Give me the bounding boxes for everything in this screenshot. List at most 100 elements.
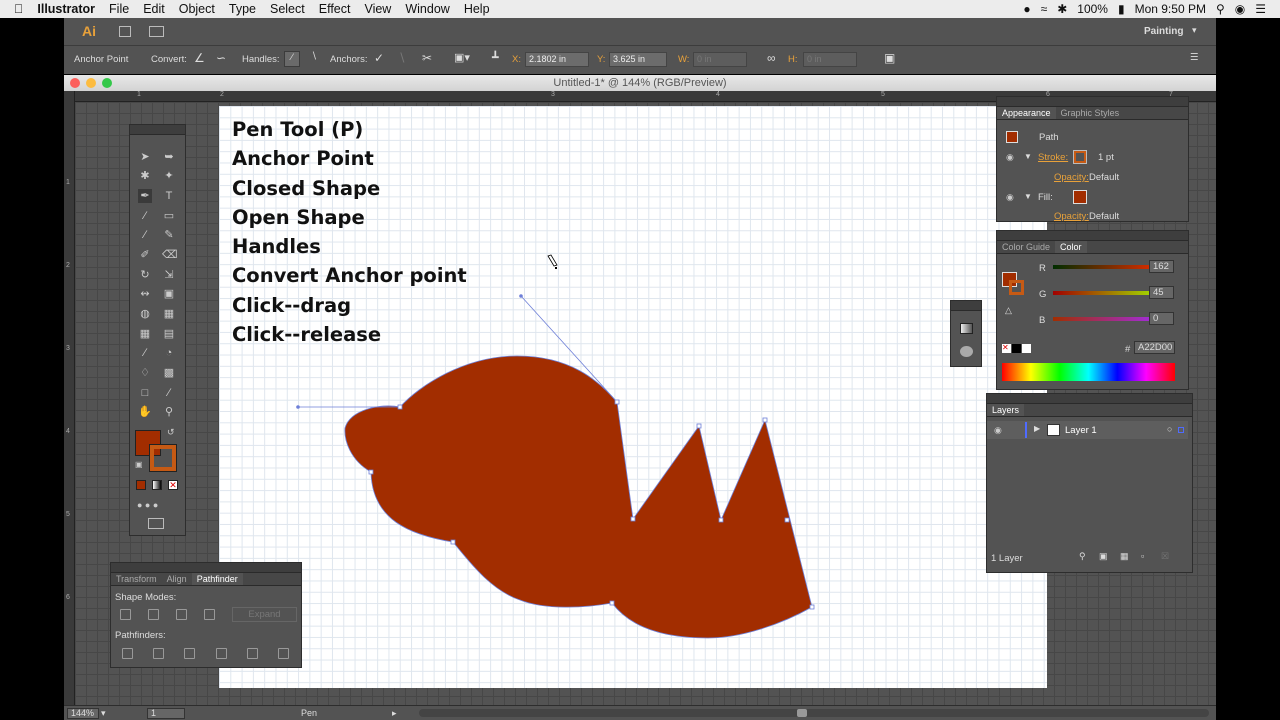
rotate-tool-icon[interactable]: ↻ [138,268,152,282]
color-mode-icon[interactable] [136,480,146,490]
selection-tool-icon[interactable]: ➤ [138,150,152,164]
blend-tool-icon[interactable]: ◔ [162,346,176,360]
fill-opacity-label[interactable]: Opacity: [1054,211,1089,222]
stroke-swatch[interactable] [149,444,177,472]
free-transform-tool-icon[interactable]: ▣ [162,287,176,301]
color-spectrum-bar[interactable] [1002,363,1175,381]
new-layer-icon[interactable]: ▫ [1141,551,1144,561]
out-of-gamut-warning-icon[interactable]: △ [1005,305,1012,316]
none-swatch-icon[interactable]: ✕ [1002,344,1011,353]
zoom-field[interactable]: 144% [67,708,99,719]
panel-header[interactable] [951,301,981,311]
fill-opacity-value[interactable]: Default [1089,211,1119,222]
slice-tool-icon[interactable]: ∕ [162,386,176,400]
horizontal-scrollbar[interactable] [419,709,1209,717]
panel-header[interactable] [111,563,301,573]
tab-color[interactable]: Color [1055,241,1087,253]
tab-align[interactable]: Align [162,573,192,585]
hand-tool-icon[interactable]: ✋ [138,405,152,419]
default-colors-icon[interactable]: ▣ [135,460,143,469]
unite-icon[interactable] [120,609,131,620]
width-tool-icon[interactable]: ↭ [138,287,152,301]
merge-icon[interactable] [184,648,195,659]
line-tool-icon[interactable]: ∕ [138,209,152,223]
swap-colors-icon[interactable]: ↺ [167,427,175,438]
gradient-mode-icon[interactable] [152,480,162,490]
black-swatch[interactable] [1012,344,1021,353]
scrollbar-thumb[interactable] [797,709,807,717]
tab-appearance[interactable]: Appearance [997,107,1056,119]
stroke-opacity-label[interactable]: Opacity: [1054,172,1089,183]
tab-pathfinder[interactable]: Pathfinder [191,573,243,585]
outline-icon[interactable] [247,648,258,659]
selection-indicator[interactable] [1178,427,1184,433]
none-mode-icon[interactable]: ✕ [168,480,178,490]
new-sublayer-icon[interactable]: ▦ [1120,551,1129,562]
artboard-tool-icon[interactable]: □ [138,386,152,400]
target-icon[interactable]: ○ [1167,424,1172,434]
type-tool-icon[interactable]: T [162,189,176,203]
panel-header[interactable] [130,125,185,135]
fill-row-expand-icon[interactable]: ▼ [1024,192,1032,201]
visibility-eye-icon[interactable]: ◉ [1006,152,1014,163]
expand-layer-icon[interactable]: ▶ [1034,424,1040,433]
tab-color-guide[interactable]: Color Guide [997,241,1055,253]
mesh-tool-icon[interactable]: ▦ [138,327,152,341]
closed-path-shape[interactable] [344,355,813,639]
stroke-label[interactable]: Stroke: [1038,152,1068,163]
rectangle-tool-icon[interactable]: ▭ [162,209,176,223]
minus-front-icon[interactable] [148,609,159,620]
symbol-sprayer-tool-icon[interactable]: ♢ [138,366,152,380]
panel-header[interactable] [987,394,1192,404]
tab-transform[interactable]: Transform [111,573,162,585]
b-field[interactable]: 0 [1149,312,1174,325]
layer-row[interactable]: ◉ ▶ Layer 1 ○ [987,421,1188,439]
scale-tool-icon[interactable]: ⇲ [162,268,176,282]
pen-tool-icon[interactable]: ✒ [138,189,152,203]
intersect-icon[interactable] [176,609,187,620]
zoom-dropdown-icon[interactable]: ▾ [101,708,106,719]
white-swatch[interactable] [1022,344,1031,353]
hex-field[interactable]: A22D00 [1134,341,1175,354]
transparency-panel-icon[interactable] [960,346,973,357]
magic-wand-tool-icon[interactable]: ✱ [138,169,152,183]
stroke-row-expand-icon[interactable]: ▼ [1024,152,1032,161]
tab-graphic-styles[interactable]: Graphic Styles [1056,107,1125,119]
crop-icon[interactable] [216,648,227,659]
gradient-tool-icon[interactable]: ▤ [162,327,176,341]
stroke-color-swatch[interactable] [1009,280,1024,295]
locate-object-icon[interactable]: ⚲ [1079,551,1086,562]
r-field[interactable]: 162 [1149,260,1174,273]
stroke-opacity-value[interactable]: Default [1089,172,1119,183]
expand-button[interactable]: Expand [232,607,297,622]
fill-color-swatch[interactable] [1073,190,1087,204]
column-graph-tool-icon[interactable]: ▩ [162,366,176,380]
visibility-eye-icon[interactable]: ◉ [994,425,1002,436]
perspective-grid-tool-icon[interactable]: ▦ [162,307,176,321]
exclude-icon[interactable] [204,609,215,620]
eyedropper-tool-icon[interactable]: ∕ [138,346,152,360]
blob-brush-tool-icon[interactable]: ✐ [138,248,152,262]
eraser-tool-icon[interactable]: ⌫ [162,248,178,262]
zoom-tool-icon[interactable]: ⚲ [162,405,176,419]
trim-icon[interactable] [153,648,164,659]
handle-point[interactable] [296,405,300,409]
panel-header[interactable] [997,231,1188,241]
lasso-tool-icon[interactable]: ✦ [162,169,176,183]
minus-back-icon[interactable] [278,648,289,659]
fill-label[interactable]: Fill: [1038,192,1053,203]
paintbrush-tool-icon[interactable]: ∕ [138,228,152,242]
stroke-color-swatch[interactable] [1073,150,1087,164]
screen-mode-icon[interactable] [148,518,164,529]
divide-icon[interactable] [122,648,133,659]
visibility-eye-icon[interactable]: ◉ [1006,192,1014,203]
tab-layers[interactable]: Layers [987,404,1025,416]
layer-name[interactable]: Layer 1 [1065,425,1097,436]
clipping-mask-icon[interactable]: ▣ [1099,551,1108,562]
stroke-weight-value[interactable]: 1 pt [1098,152,1114,163]
draw-mode-icon[interactable]: ● ● ● [137,500,158,510]
delete-layer-icon[interactable]: ☒ [1161,551,1169,562]
status-menu-arrow-icon[interactable]: ▸ [392,708,397,719]
handle-point[interactable] [519,294,523,298]
artboard-number-field[interactable]: 1 [147,708,185,719]
